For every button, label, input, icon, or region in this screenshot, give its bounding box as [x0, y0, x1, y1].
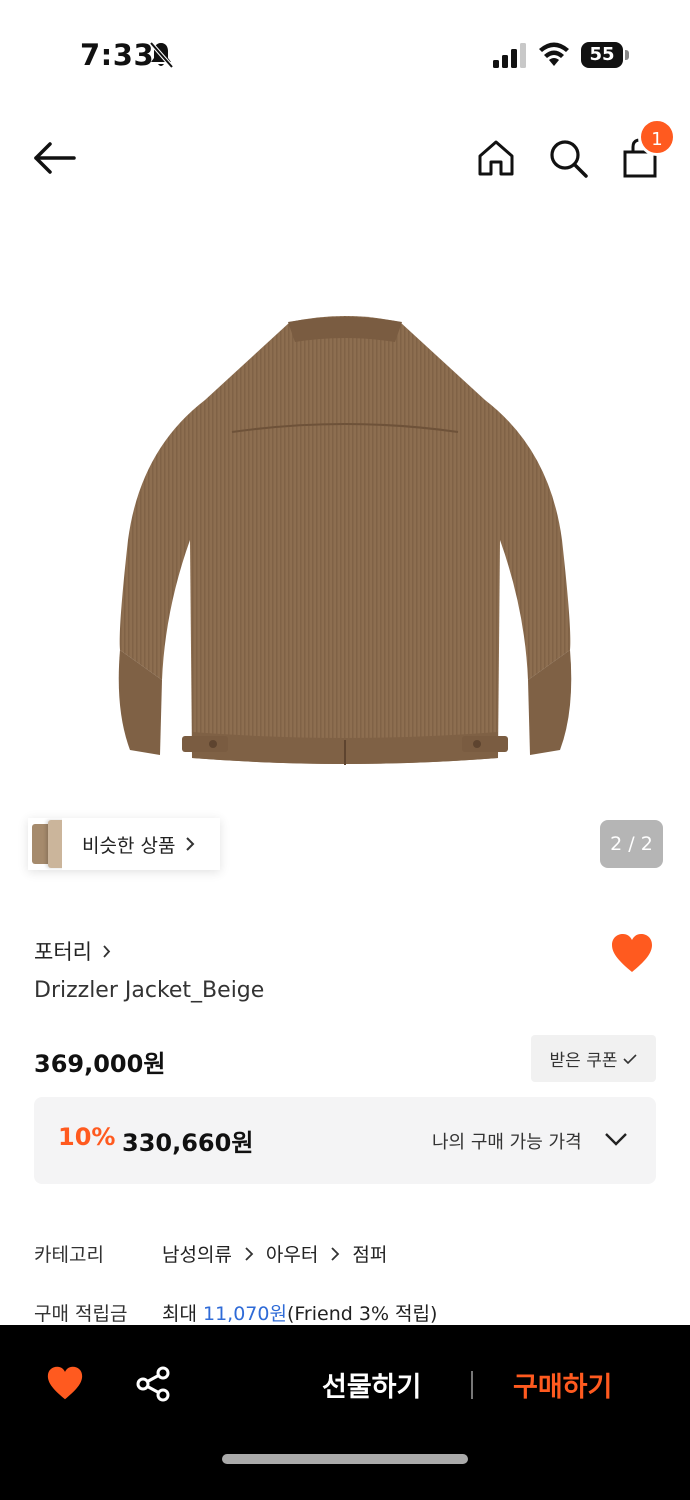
divider: [471, 1371, 473, 1399]
status-bar: 7:33 55: [0, 0, 690, 110]
share-icon[interactable]: [134, 1365, 172, 1403]
like-heart-icon[interactable]: [610, 932, 654, 974]
similar-products-button[interactable]: 비슷한 상품: [28, 818, 220, 870]
similar-products-label: 비슷한 상품: [82, 834, 176, 857]
bell-off-icon: [149, 41, 174, 69]
category-crumb-1[interactable]: 남성의류: [162, 1240, 232, 1267]
chevron-down-icon: [605, 1133, 627, 1146]
chevron-right-icon: [103, 944, 111, 958]
wifi-icon: [539, 42, 569, 66]
chevron-right-icon: [331, 1246, 340, 1261]
category-row: 카테고리 남성의류 아우터 점퍼: [34, 1240, 387, 1267]
battery-icon: 55: [581, 42, 629, 68]
cellular-signal-icon: [493, 43, 526, 68]
category-crumb-2[interactable]: 아우터: [266, 1240, 318, 1267]
chevron-right-icon: [186, 837, 195, 851]
similar-products-thumbnail: [28, 818, 62, 870]
product-image[interactable]: [0, 210, 690, 900]
discount-price: 330,660원: [122, 1129, 254, 1157]
like-heart-icon[interactable]: [46, 1365, 84, 1401]
points-amount: 11,070원: [203, 1303, 287, 1325]
brand-link[interactable]: 포터리: [34, 936, 111, 966]
image-page-indicator: 2 / 2: [600, 820, 663, 868]
points-row: 구매 적립금 최대 11,070원 (Friend 3% 적립): [34, 1299, 437, 1326]
category-crumb-3[interactable]: 점퍼: [352, 1240, 387, 1267]
discount-rate: 10%: [58, 1123, 116, 1151]
my-price-box[interactable]: 10% 330,660원 나의 구매 가능 가격: [34, 1097, 656, 1184]
chevron-right-icon: [245, 1246, 254, 1261]
points-suffix: (Friend 3% 적립): [286, 1303, 438, 1325]
checkmark-icon: [623, 1053, 638, 1064]
back-arrow-icon[interactable]: [30, 138, 78, 178]
top-navigation: 1: [0, 110, 690, 210]
gift-button[interactable]: 선물하기: [322, 1365, 421, 1404]
buy-button[interactable]: 구매하기: [513, 1365, 612, 1404]
bottom-action-bar: 선물하기 구매하기: [0, 1325, 690, 1500]
battery-level: 55: [581, 42, 623, 68]
points-prefix: 최대: [162, 1303, 203, 1325]
home-icon[interactable]: [474, 136, 518, 180]
coupon-label: 받은 쿠폰: [549, 1051, 618, 1071]
product-name: Drizzler Jacket_Beige: [34, 978, 265, 1003]
status-time: 7:33: [80, 38, 155, 72]
search-icon[interactable]: [546, 136, 590, 180]
my-price-label: 나의 구매 가능 가격: [432, 1132, 582, 1153]
home-indicator[interactable]: [222, 1454, 468, 1464]
cart-count-badge: 1: [638, 118, 676, 156]
received-coupon-button[interactable]: 받은 쿠폰: [531, 1035, 656, 1082]
category-label: 카테고리: [34, 1244, 104, 1266]
product-price: 369,000원: [34, 1050, 166, 1078]
brand-name: 포터리: [34, 940, 92, 964]
points-label: 구매 적립금: [34, 1303, 128, 1325]
jacket-back-image: [118, 316, 572, 765]
